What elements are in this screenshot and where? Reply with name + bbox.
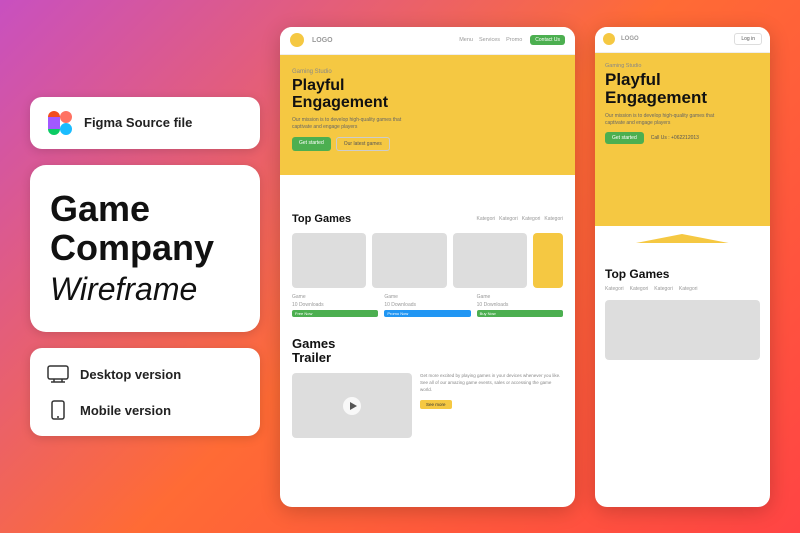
kat-4[interactable]: Kategori [544, 216, 563, 222]
desktop-version-label: Desktop version [80, 367, 181, 382]
play-triangle-icon [350, 402, 357, 410]
nav-links: Menu Services Promo [459, 37, 522, 43]
mobile-kategori-row: Kategori Kategori Kategori Kategori [605, 286, 760, 292]
nav-menu: Menu [459, 37, 473, 43]
game-label-1: Game [292, 294, 378, 300]
figma-badge: Figma Source file [30, 97, 260, 149]
desktop-icon [46, 362, 70, 386]
hero-secondary-btn[interactable]: Our latest games [336, 137, 390, 151]
desktop-nav: LOGO Menu Services Promo Contact Us [280, 27, 575, 55]
title-line3: Wireframe [50, 270, 240, 308]
kat-1[interactable]: Kategori [477, 216, 496, 222]
mobile-logo-text: LOGO [621, 36, 639, 42]
hero-title: Playful Engagement [292, 77, 563, 112]
desktop-version-item: Desktop version [46, 362, 244, 386]
trailer-title: Games Trailer [292, 337, 563, 366]
game-info-3: Game 10 Downloads Buy Now [477, 294, 563, 317]
mobile-version-label: Mobile version [80, 403, 171, 418]
trailer-see-more-btn[interactable]: See more [420, 400, 452, 409]
game-info-2: Game 10 Downloads Promo Now [384, 294, 470, 317]
games-title: Top Games [292, 213, 351, 225]
version-card: Desktop version Mobile version [30, 348, 260, 436]
hero-studio-label: Gaming Studio [292, 69, 563, 75]
mobile-chevron [595, 226, 770, 243]
mobile-kat-3[interactable]: Kategori [654, 286, 673, 292]
nav-logo-text: LOGO [312, 37, 333, 44]
game-label-2: Game [384, 294, 470, 300]
game-downloads-1: 10 Downloads [292, 302, 378, 308]
mobile-studio-label: Gaming Studio [605, 63, 760, 69]
hero-desc: Our mission is to develop high-quality g… [292, 117, 412, 131]
main-container: Figma Source file Game Company Wireframe [0, 0, 800, 533]
mobile-hero-desc: Our mission is to develop high-quality g… [605, 113, 725, 127]
mobile-game-img [605, 300, 760, 360]
nav-logo-dot [290, 33, 304, 47]
mobile-games-title: Top Games [605, 267, 760, 281]
kat-2[interactable]: Kategori [499, 216, 518, 222]
mobile-icon [46, 398, 70, 422]
game-tag-1: Free Now [292, 310, 378, 317]
game-downloads-2: 10 Downloads [384, 302, 470, 308]
trailer-text: Get more excited by playing games in you… [420, 373, 563, 438]
game-card-tall [533, 233, 563, 288]
games-grid [292, 233, 563, 288]
game-tag-2: Promo Now [384, 310, 470, 317]
figma-label: Figma Source file [84, 115, 192, 130]
games-info: Game 10 Downloads Free Now Game 10 Downl… [292, 294, 563, 317]
mobile-hero-buttons: Get started Call Us : +062212013 [605, 132, 760, 144]
game-card-1 [292, 233, 366, 288]
figma-icon [46, 109, 74, 137]
trailer-desc: Get more excited by playing games in you… [420, 373, 563, 393]
mobile-nav: LOGO Log in [595, 27, 770, 53]
mobile-kat-4[interactable]: Kategori [679, 286, 698, 292]
desktop-games-section: Top Games Kategori Kategori Kategori Kat… [280, 185, 575, 327]
mobile-login-btn[interactable]: Log in [734, 33, 762, 45]
mobile-logo-dot [603, 33, 615, 45]
mobile-kat-1[interactable]: Kategori [605, 286, 624, 292]
desktop-hero: Gaming Studio Playful Engagement Our mis… [280, 55, 575, 185]
hero-buttons: Get started Our latest games [292, 137, 563, 151]
kategori-links: Kategori Kategori Kategori Kategori [477, 216, 564, 222]
mobile-games-section: Top Games Kategori Kategori Kategori Kat… [595, 243, 770, 368]
mobile-preview: LOGO Log in Gaming Studio Playful Engage… [595, 27, 770, 507]
game-tag-3: Buy Now [477, 310, 563, 317]
game-info-1: Game 10 Downloads Free Now [292, 294, 378, 317]
desktop-preview: LOGO Menu Services Promo Contact Us Gami… [280, 27, 575, 507]
hero-primary-btn[interactable]: Get started [292, 137, 331, 151]
game-card-2 [372, 233, 446, 288]
game-card-3 [453, 233, 527, 288]
trailer-content: Get more excited by playing games in you… [292, 373, 563, 438]
games-section-header: Top Games Kategori Kategori Kategori Kat… [292, 213, 563, 225]
mobile-primary-btn[interactable]: Get started [605, 132, 644, 144]
hero-chevron [280, 175, 575, 185]
mobile-hero-title: Playful Engagement [605, 71, 760, 108]
nav-cta[interactable]: Contact Us [530, 35, 565, 45]
mobile-secondary-btn[interactable]: Call Us : +062212013 [648, 132, 702, 144]
title-card: Game Company Wireframe [30, 165, 260, 333]
mobile-kat-2[interactable]: Kategori [630, 286, 649, 292]
mobile-hero: Gaming Studio Playful Engagement Our mis… [595, 53, 770, 243]
trailer-section: Games Trailer Get more excited by playin… [280, 327, 575, 449]
play-button[interactable] [343, 397, 361, 415]
mobile-version-item: Mobile version [46, 398, 244, 422]
left-panel: Figma Source file Game Company Wireframe [30, 97, 260, 437]
title-line1: Game Company [50, 189, 240, 268]
trailer-video[interactable] [292, 373, 412, 438]
kat-3[interactable]: Kategori [522, 216, 541, 222]
game-downloads-3: 10 Downloads [477, 302, 563, 308]
game-label-3: Game [477, 294, 563, 300]
nav-services: Services [479, 37, 500, 43]
nav-promo: Promo [506, 37, 522, 43]
